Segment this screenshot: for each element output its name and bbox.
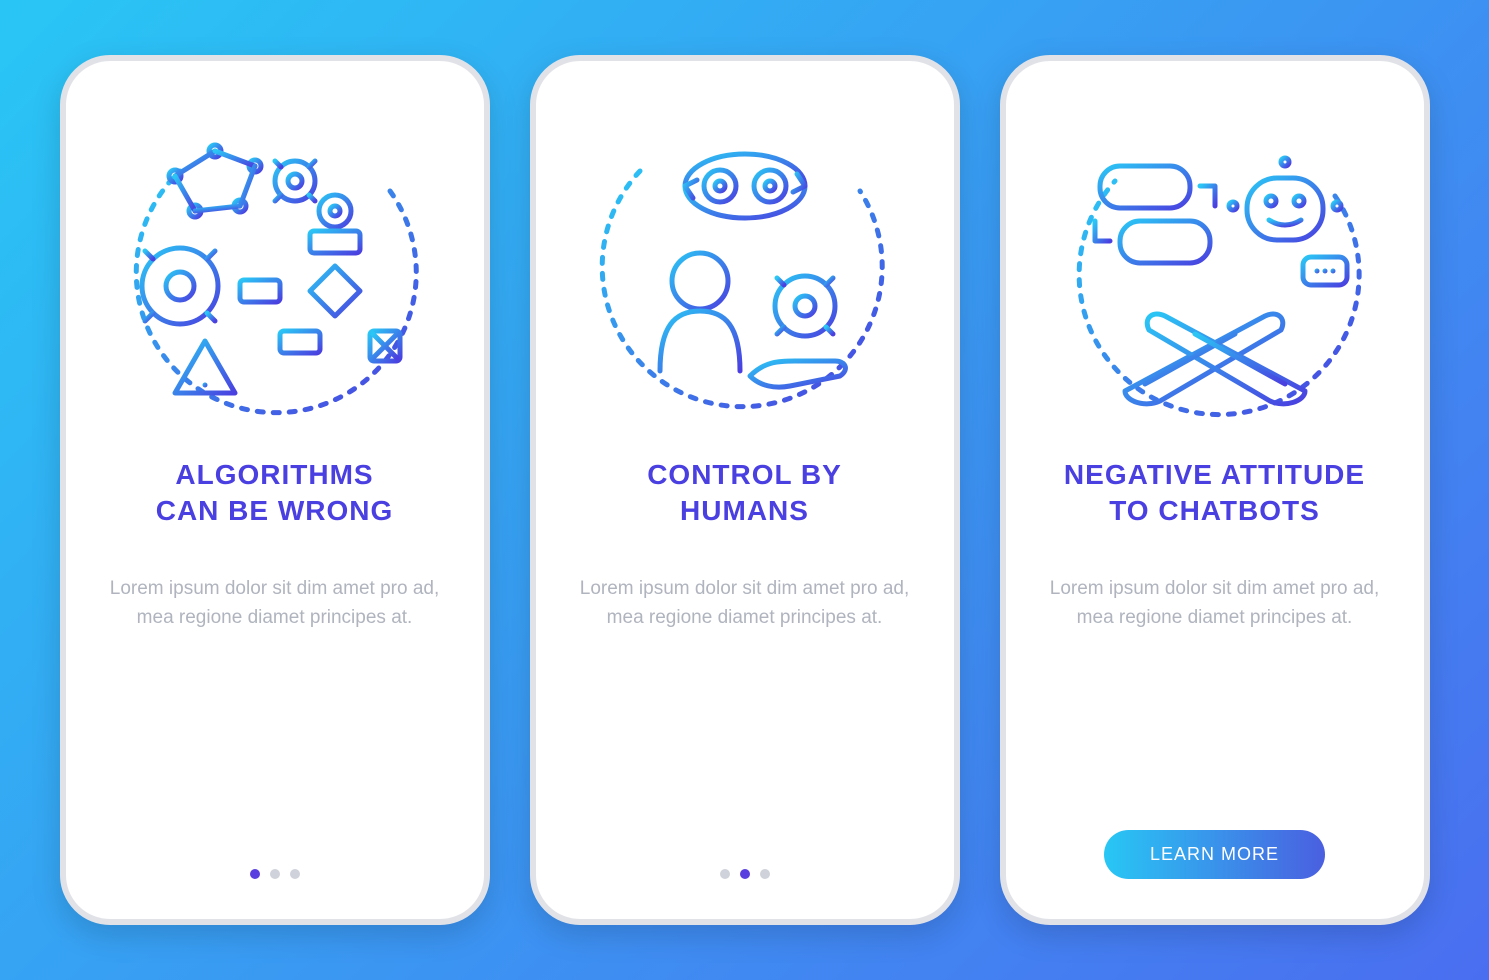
onboarding-screen-3: NEGATIVE ATTITUDE TO CHATBOTS Lorem ipsu… bbox=[1000, 55, 1430, 925]
screen-body: Lorem ipsum dolor sit dim amet pro ad, m… bbox=[1050, 574, 1380, 633]
screen-title: CONTROL BY HUMANS bbox=[647, 457, 842, 530]
dot-1[interactable] bbox=[720, 869, 730, 879]
dot-1[interactable] bbox=[250, 869, 260, 879]
control-by-humans-icon bbox=[590, 111, 900, 421]
dot-3[interactable] bbox=[290, 869, 300, 879]
onboarding-screen-1: ALGORITHMS CAN BE WRONG Lorem ipsum dolo… bbox=[60, 55, 490, 925]
screen-body: Lorem ipsum dolor sit dim amet pro ad, m… bbox=[580, 574, 910, 633]
pagination-dots bbox=[66, 869, 484, 879]
screen-title: ALGORITHMS CAN BE WRONG bbox=[156, 457, 394, 530]
pagination-dots bbox=[536, 869, 954, 879]
screen-title: NEGATIVE ATTITUDE TO CHATBOTS bbox=[1064, 457, 1365, 530]
learn-more-button[interactable]: LEARN MORE bbox=[1104, 830, 1325, 879]
algorithms-wrong-icon bbox=[120, 111, 430, 421]
dot-2[interactable] bbox=[270, 869, 280, 879]
dot-2[interactable] bbox=[740, 869, 750, 879]
screen-body: Lorem ipsum dolor sit dim amet pro ad, m… bbox=[110, 574, 440, 633]
negative-chatbots-icon bbox=[1060, 111, 1370, 421]
dot-3[interactable] bbox=[760, 869, 770, 879]
onboarding-screen-2: CONTROL BY HUMANS Lorem ipsum dolor sit … bbox=[530, 55, 960, 925]
